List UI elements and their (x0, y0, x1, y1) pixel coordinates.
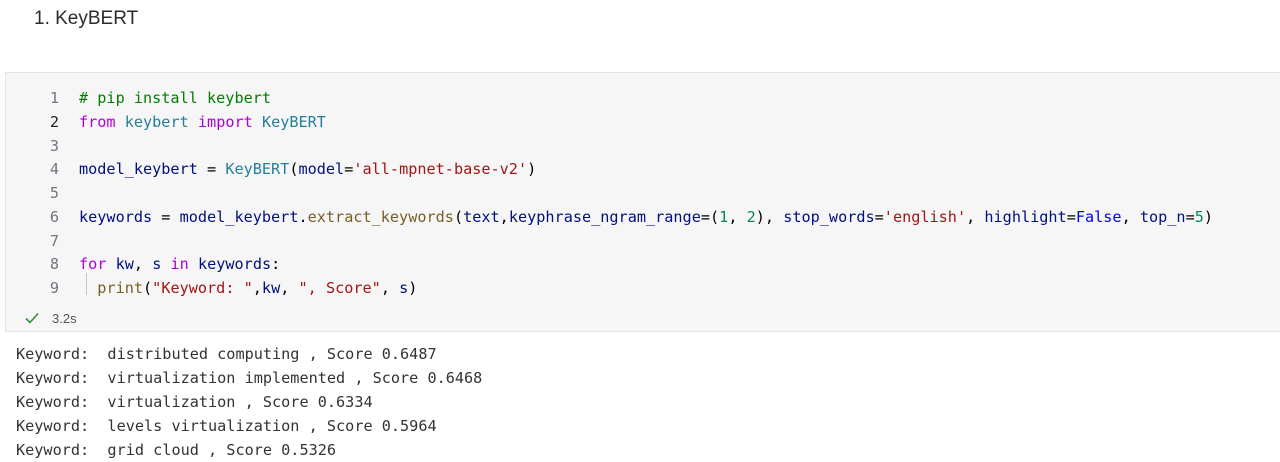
code-token: : (271, 255, 281, 274)
code-token: extract_keywords (307, 207, 454, 226)
code-token: top_n (1139, 207, 1186, 226)
code-token: 5 (1194, 207, 1204, 226)
code-token: False (1075, 207, 1122, 226)
line-number: 3 (49, 136, 59, 155)
code-token: ( (453, 207, 464, 226)
code-token: 'english' (883, 207, 967, 226)
code-token: keybert (124, 112, 189, 131)
code-token: for (79, 255, 107, 274)
code-token: # pip install keybert (79, 89, 272, 107)
code-token: stop_words (783, 207, 875, 226)
output-line: Keyword: grid cloud , Score 0.5326 (16, 441, 337, 459)
execution-status: 3.2s (24, 308, 77, 328)
code-token: ), (755, 207, 784, 226)
line-number: 2 (49, 112, 59, 131)
code-text: for kw, s in keywords: (79, 252, 280, 276)
code-token: keyphrase_ngram_range (508, 207, 701, 226)
code-token: s (152, 255, 162, 274)
code-token: from (79, 112, 116, 131)
code-token: =( (700, 207, 720, 226)
indent-guide (86, 273, 87, 295)
check-icon (25, 312, 39, 324)
code-token: text (463, 207, 500, 226)
code-token: 'all-mpnet-base-v2' (353, 160, 528, 179)
output-line: Keyword: virtualization , Score 0.6334 (16, 393, 373, 411)
code-token: s (399, 279, 409, 297)
code-text: model_keybert = KeyBERT(model='all-mpnet… (79, 157, 536, 181)
cell-output: Keyword: distributed computing , Score 0… (16, 342, 482, 462)
code-token: ) (1203, 207, 1214, 226)
line-number: 8 (49, 255, 59, 274)
line-number: 9 (49, 279, 59, 297)
code-text: print("Keyword: ",kw, ", Score", s) (79, 276, 417, 300)
code-token: , (380, 279, 400, 297)
output-line: Keyword: levels virtualization , Score 0… (16, 417, 437, 435)
code-token: ( (143, 279, 153, 297)
markdown-heading: 1. KeyBERT (34, 8, 139, 29)
line-number: 1 (49, 89, 59, 107)
output-line: Keyword: distributed computing , Score 0… (16, 345, 437, 363)
code-token: keywords (79, 207, 153, 226)
code-token: in (170, 255, 189, 274)
line-number: 7 (49, 231, 59, 250)
code-token: keywords (197, 255, 272, 274)
code-token: ) (408, 279, 418, 297)
code-token: , (280, 279, 299, 297)
code-token: "Keyword: " (152, 279, 253, 297)
code-token: model_keybert (79, 160, 198, 179)
code-token: , (133, 255, 153, 274)
code-token: = (1066, 207, 1076, 226)
code-token: 1 (719, 207, 729, 226)
execution-time: 3.2s (52, 310, 77, 326)
code-text: from keybert import KeyBERT (79, 110, 326, 134)
code-cell[interactable]: 1 # pip install keybert 2 from keybert impo… (5, 72, 1280, 332)
code-token: , (499, 207, 509, 226)
code-token: = (344, 160, 354, 179)
code-text: # pip install keybert (79, 86, 271, 110)
code-token: model_keybert (179, 207, 299, 226)
code-token: = (1185, 207, 1195, 226)
code-token: KeyBERT (225, 160, 290, 179)
code-token: = (197, 160, 226, 179)
code-token: KeyBERT (261, 112, 326, 131)
code-token: highlight (984, 207, 1067, 226)
code-token: model (298, 160, 345, 179)
code-token: kw (261, 279, 281, 297)
code-token: , (1121, 207, 1140, 226)
code-token: ", Score" (298, 279, 381, 297)
code-token: = (874, 207, 884, 226)
code-text: keywords = model_keybert.extract_keyword… (79, 205, 1213, 229)
line-number: 6 (49, 207, 59, 226)
code-token: , (252, 279, 262, 297)
code-token: ) (527, 160, 537, 179)
code-token: print (97, 279, 144, 297)
code-token: 2 (746, 207, 756, 226)
code-token: , (728, 207, 747, 226)
code-token: kw (115, 255, 134, 274)
line-number: 4 (49, 160, 59, 179)
output-line: Keyword: virtualization implemented , Sc… (16, 369, 483, 387)
code-token: = (152, 207, 180, 226)
code-token: import (197, 112, 253, 131)
line-number: 5 (49, 184, 59, 202)
code-token: . (298, 207, 308, 226)
code-token: , (966, 207, 985, 226)
